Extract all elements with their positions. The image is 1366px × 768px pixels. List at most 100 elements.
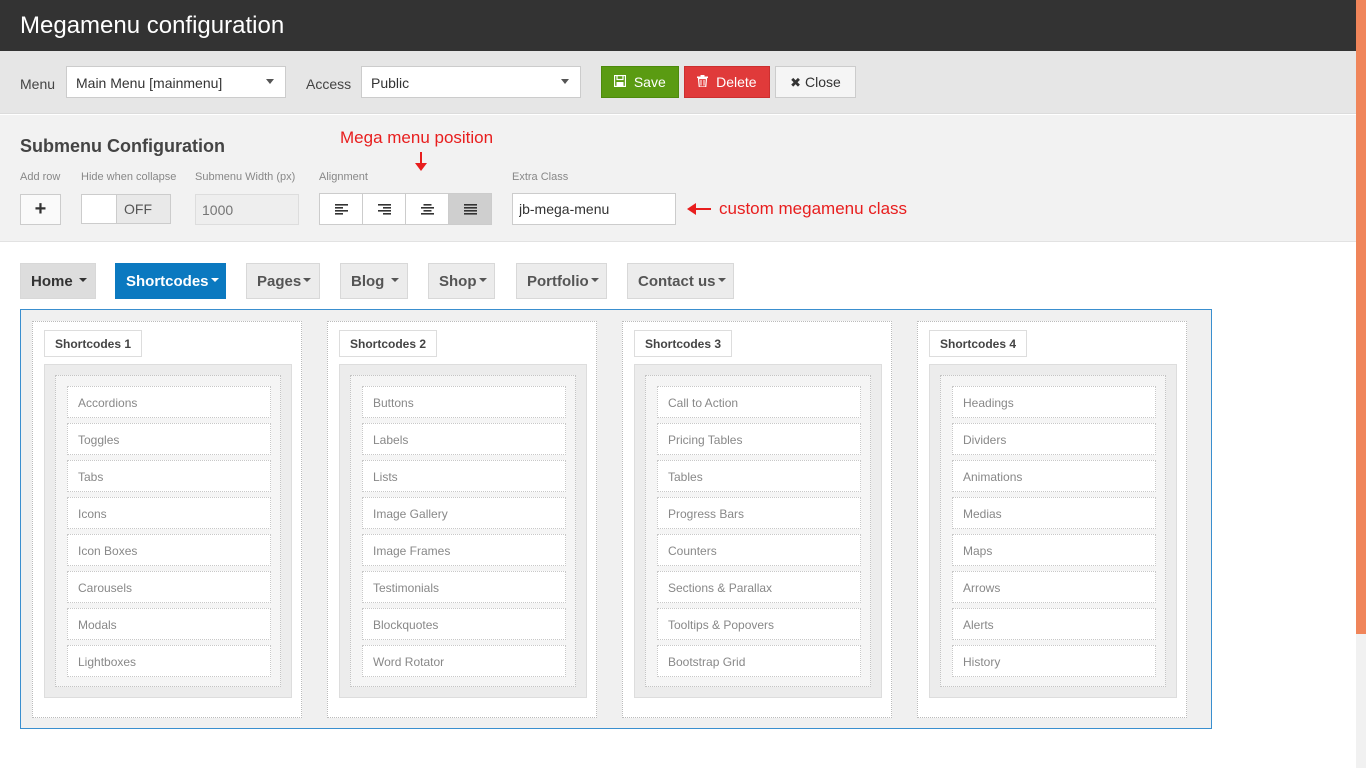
menu-item[interactable]: Carousels	[67, 571, 271, 603]
nav-item-label: Blog	[351, 273, 385, 290]
add-row-button[interactable]: +	[20, 194, 61, 225]
chevron-down-icon	[478, 278, 487, 283]
menu-item[interactable]: Blockquotes	[362, 608, 566, 640]
menu-item[interactable]: Lists	[362, 460, 566, 492]
menu-item[interactable]: Word Rotator	[362, 645, 566, 677]
menu-item[interactable]: Maps	[952, 534, 1156, 566]
menu-item[interactable]: Counters	[657, 534, 861, 566]
menu-item[interactable]: Tabs	[67, 460, 271, 492]
menu-item[interactable]: Medias	[952, 497, 1156, 529]
align-right-button[interactable]	[363, 194, 406, 224]
menu-item[interactable]: Accordions	[67, 386, 271, 418]
menu-item[interactable]: Image Gallery	[362, 497, 566, 529]
menu-item[interactable]: Testimonials	[362, 571, 566, 603]
chevron-down-icon	[717, 278, 726, 283]
nav-item-label: Pages	[257, 273, 302, 290]
nav-item-label: Shop	[439, 273, 477, 290]
megamenu-panel: Shortcodes 1 Accordions Toggles Tabs Icons Ic…	[20, 309, 1212, 729]
access-select[interactable]: Public	[361, 66, 581, 98]
menu-item[interactable]: Tables	[657, 460, 861, 492]
floppy-disk-icon	[614, 74, 630, 90]
megamenu-column[interactable]: Shortcodes 2 Buttons Labels Lists Image Gall…	[327, 321, 597, 718]
megamenu-column[interactable]: Shortcodes 3 Call to Action Pricing Tables…	[622, 321, 892, 718]
alignment-label: Alignment	[319, 171, 368, 183]
nav-item-label: Contact us	[638, 273, 716, 290]
menu-item[interactable]: Tooltips & Popovers	[657, 608, 861, 640]
column-title[interactable]: Shortcodes 1	[44, 330, 143, 357]
scrollbar-thumb[interactable]	[1356, 0, 1366, 634]
column-cell[interactable]: Buttons Labels Lists Image Gallery Image Fra…	[350, 375, 576, 687]
annotation-custom-megamenu-class: custom megamenu class	[719, 199, 908, 218]
column-row[interactable]: Headings Dividers Animations Medias Maps Arro…	[929, 364, 1177, 698]
nav-item-label: Shortcodes	[126, 273, 209, 290]
menu-item[interactable]: Call to Action	[657, 386, 861, 418]
menu-item[interactable]: Pricing Tables	[657, 423, 861, 455]
annotation-mega-menu-position: Mega menu position	[340, 128, 494, 147]
add-row-label: Add row	[20, 171, 61, 183]
delete-button[interactable]: Delete	[684, 66, 770, 98]
menu-item[interactable]: Sections & Parallax	[657, 571, 861, 603]
nav-item-shortcodes[interactable]: Shortcodes	[115, 263, 226, 299]
close-button-label: Close	[805, 74, 841, 90]
column-row[interactable]: Buttons Labels Lists Image Gallery Image Fra…	[339, 364, 587, 698]
menu-item[interactable]: Labels	[362, 423, 566, 455]
extra-class-label: Extra Class	[512, 171, 569, 183]
chevron-down-icon	[210, 278, 219, 283]
chevron-down-icon	[266, 79, 274, 84]
menu-item[interactable]: Lightboxes	[67, 645, 271, 677]
menu-item[interactable]: Modals	[67, 608, 271, 640]
menu-select-value: Main Menu [mainmenu]	[76, 75, 223, 91]
nav-item-shop[interactable]: Shop	[428, 263, 495, 299]
nav-item-portfolio[interactable]: Portfolio	[516, 263, 607, 299]
nav-item-label: Home	[31, 273, 73, 290]
menu-item[interactable]: Image Frames	[362, 534, 566, 566]
annotation-arrow-down-icon	[415, 152, 427, 171]
align-right-icon	[377, 203, 391, 215]
extra-class-input[interactable]	[512, 193, 676, 225]
toggle-state: OFF	[117, 195, 170, 223]
menu-item[interactable]: History	[952, 645, 1156, 677]
nav-item-contact-us[interactable]: Contact us	[627, 263, 734, 299]
submenu-config-heading: Submenu Configuration	[20, 136, 225, 156]
menu-item[interactable]: Alerts	[952, 608, 1156, 640]
chevron-down-icon	[303, 278, 312, 283]
menu-item[interactable]: Icons	[67, 497, 271, 529]
menu-select[interactable]: Main Menu [mainmenu]	[66, 66, 286, 98]
column-title[interactable]: Shortcodes 4	[929, 330, 1028, 357]
menu-item[interactable]: Toggles	[67, 423, 271, 455]
column-row[interactable]: Accordions Toggles Tabs Icons Icon Boxes Caro…	[44, 364, 292, 698]
column-cell[interactable]: Call to Action Pricing Tables Tables Progre…	[645, 375, 871, 687]
column-cell[interactable]: Headings Dividers Animations Medias Maps Arro…	[940, 375, 1166, 687]
megamenu-column[interactable]: Shortcodes 1 Accordions Toggles Tabs Icons Ic…	[32, 321, 302, 718]
submenu-width-label: Submenu Width (px)	[195, 171, 296, 183]
menu-item[interactable]: Animations	[952, 460, 1156, 492]
save-button[interactable]: Save	[601, 66, 679, 98]
menu-item[interactable]: Arrows	[952, 571, 1156, 603]
nav-item-pages[interactable]: Pages	[246, 263, 320, 299]
align-center-button[interactable]	[406, 194, 449, 224]
menu-item[interactable]: Dividers	[952, 423, 1156, 455]
annotation-arrow-left-icon	[687, 203, 711, 215]
column-title[interactable]: Shortcodes 2	[339, 330, 438, 357]
toggle-knob	[82, 195, 117, 223]
submenu-width-input[interactable]	[195, 194, 299, 225]
access-label: Access	[306, 76, 352, 92]
column-title[interactable]: Shortcodes 3	[634, 330, 733, 357]
menu-item[interactable]: Progress Bars	[657, 497, 861, 529]
delete-button-label: Delete	[716, 74, 757, 90]
align-justify-button[interactable]	[449, 194, 491, 224]
menu-item[interactable]: Headings	[952, 386, 1156, 418]
megamenu-column[interactable]: Shortcodes 4 Headings Dividers Animations Me…	[917, 321, 1187, 718]
menu-item[interactable]: Bootstrap Grid	[657, 645, 861, 677]
menu-item[interactable]: Buttons	[362, 386, 566, 418]
align-justify-icon	[463, 203, 477, 215]
column-row[interactable]: Call to Action Pricing Tables Tables Progre…	[634, 364, 882, 698]
menu-item[interactable]: Icon Boxes	[67, 534, 271, 566]
nav-item-blog[interactable]: Blog	[340, 263, 408, 299]
align-left-button[interactable]	[320, 194, 363, 224]
close-button[interactable]: ✖ Close	[775, 66, 856, 98]
column-cell[interactable]: Accordions Toggles Tabs Icons Icon Boxes Caro…	[55, 375, 281, 687]
nav-item-home[interactable]: Home	[20, 263, 96, 299]
hide-collapse-toggle[interactable]: OFF	[81, 194, 171, 224]
nav-item-label: Portfolio	[527, 273, 589, 290]
